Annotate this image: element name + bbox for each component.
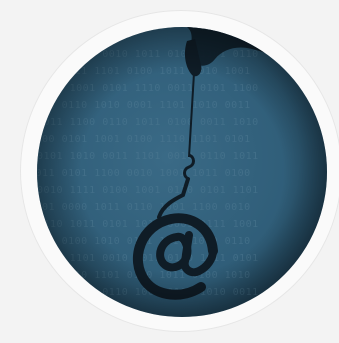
- vignette: [37, 27, 327, 317]
- circle-image: 0101 1100 0010 1011 0100 1101 01101010 0…: [37, 27, 327, 317]
- phishing-illustration: 0101 1100 0010 1011 0100 1101 01101010 0…: [37, 27, 327, 317]
- image-stage: 0101 1100 0010 1011 0100 1101 01101010 0…: [0, 0, 339, 343]
